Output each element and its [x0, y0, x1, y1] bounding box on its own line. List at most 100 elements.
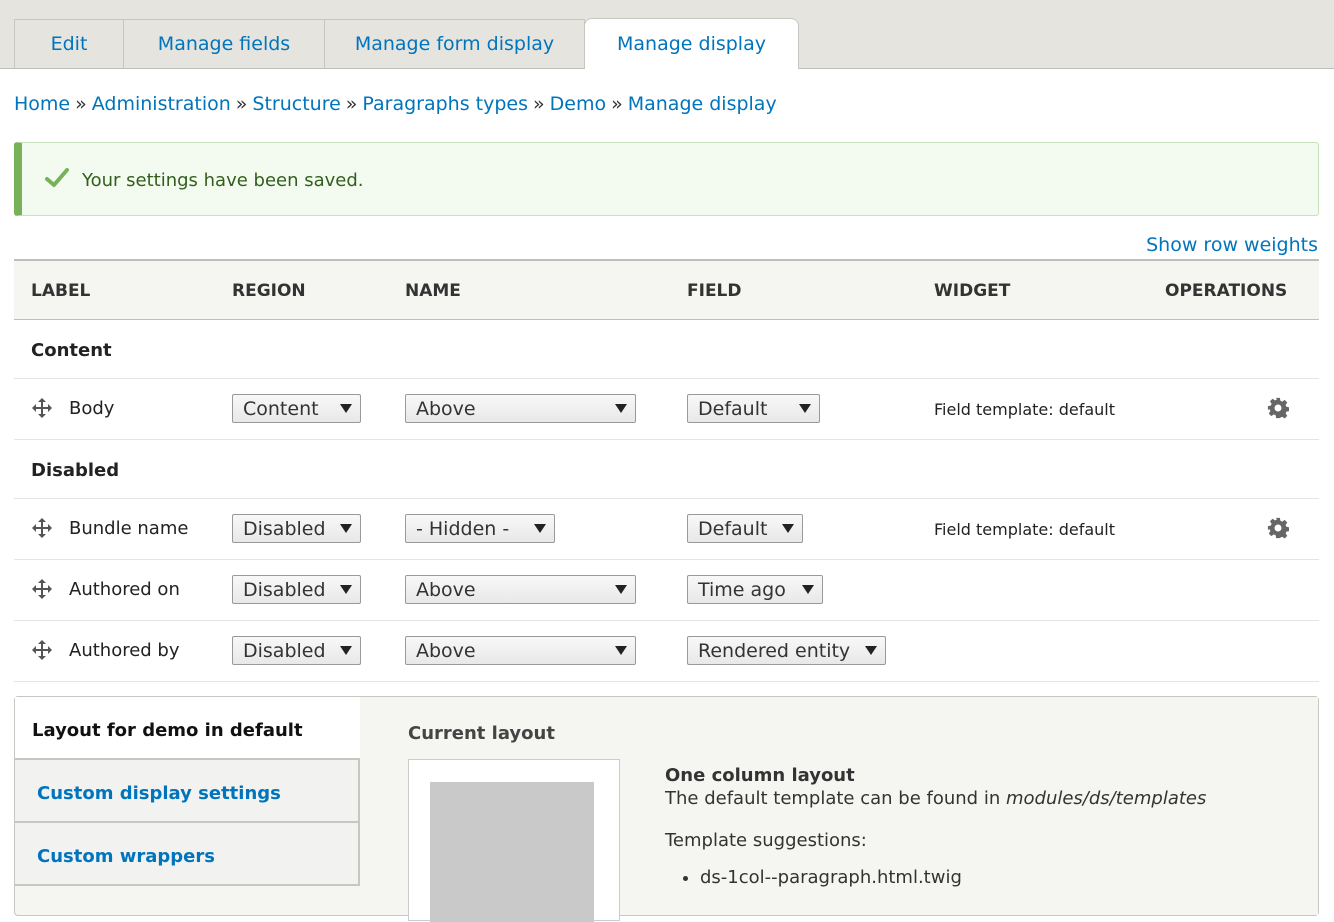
layout-template-path: modules/ds/templates	[1005, 788, 1207, 809]
tab-label: Edit	[50, 33, 88, 55]
select-value: Default	[698, 398, 768, 420]
tab-label: Manage display	[617, 33, 766, 55]
formatter-select[interactable]: Default	[687, 394, 820, 423]
region-label: Content	[31, 340, 112, 361]
triangle-down-icon	[340, 404, 352, 413]
label-display-select[interactable]: Above	[405, 575, 636, 604]
label-display-select[interactable]: Above	[405, 636, 636, 665]
breadcrumb-separator: »	[345, 93, 358, 115]
column-header-label: LABEL	[31, 281, 91, 301]
select-value: Rendered entity	[698, 640, 851, 662]
triangle-down-icon	[615, 585, 627, 594]
triangle-down-icon	[802, 585, 814, 594]
breadcrumb-separator: »	[533, 93, 545, 115]
triangle-down-icon	[534, 524, 546, 533]
triangle-down-icon	[615, 404, 627, 413]
select-value: Disabled	[243, 579, 326, 601]
vertical-tab-custom-wrappers[interactable]: Custom wrappers	[15, 823, 360, 886]
tab-label: Manage fields	[157, 33, 291, 55]
table-row: Body Content Above Default Field templat…	[14, 379, 1319, 440]
region-select[interactable]: Disabled	[232, 514, 361, 543]
select-value: Above	[416, 398, 476, 420]
column-header-operations: OPERATIONS	[1165, 281, 1288, 301]
vertical-tab-label[interactable]: Custom display settings	[37, 783, 281, 804]
formatter-select[interactable]: Time ago	[687, 575, 823, 604]
tab-manage-form-display[interactable]: Manage form display	[324, 19, 585, 68]
tab-manage-fields[interactable]: Manage fields	[123, 19, 325, 68]
triangle-down-icon	[340, 585, 352, 594]
tab-edit[interactable]: Edit	[14, 19, 124, 68]
primary-tabs: Edit Manage fields Manage form display M…	[0, 0, 1334, 69]
region-label: Disabled	[31, 460, 120, 481]
breadcrumb-structure[interactable]: Structure	[252, 93, 340, 115]
label-display-select[interactable]: - Hidden -	[405, 514, 555, 543]
move-arrows-icon[interactable]	[31, 517, 53, 539]
table-row: Bundle name Disabled - Hidden - Default …	[14, 499, 1319, 560]
template-suggestions-label: Template suggestions:	[665, 830, 867, 851]
gear-icon[interactable]	[1267, 397, 1289, 419]
tab-manage-display[interactable]: Manage display	[584, 18, 799, 69]
triangle-down-icon	[799, 404, 811, 413]
widget-summary: Field template: default	[934, 520, 1116, 539]
select-value: Disabled	[243, 518, 326, 540]
gear-icon[interactable]	[1267, 517, 1289, 539]
breadcrumb-manage-display[interactable]: Manage display	[628, 93, 777, 115]
breadcrumb-separator: »	[75, 93, 87, 115]
field-name: Authored on	[69, 579, 180, 600]
column-header-field: FIELD	[687, 281, 742, 301]
select-value: Default	[698, 518, 768, 540]
vertical-tabs-menu: Layout for demo in default Custom displa…	[15, 697, 360, 886]
vertical-tab-pane: Current layout One column layout The def…	[360, 697, 1318, 922]
move-arrows-icon[interactable]	[31, 578, 53, 600]
select-value: Time ago	[698, 579, 786, 601]
region-select[interactable]: Disabled	[232, 575, 361, 604]
region-select[interactable]: Content	[232, 394, 361, 423]
table-header: LABEL REGION NAME FIELD WIDGET OPERATION…	[14, 259, 1319, 320]
triangle-down-icon	[865, 646, 877, 655]
column-header-widget: WIDGET	[934, 281, 1011, 301]
breadcrumb-paragraphs-types[interactable]: Paragraphs types	[362, 93, 528, 115]
layout-title: One column layout	[665, 765, 855, 786]
table-row: Authored by Disabled Above Rendered enti…	[14, 621, 1319, 682]
vertical-tabs: Layout for demo in default Custom displa…	[14, 696, 1319, 922]
checkmark-icon	[45, 168, 69, 187]
region-section-content: Content	[14, 320, 1319, 379]
select-value: Disabled	[243, 640, 326, 662]
table-row: Authored on Disabled Above Time ago	[14, 560, 1319, 621]
formatter-select[interactable]: Rendered entity	[687, 636, 886, 665]
fields-table: LABEL REGION NAME FIELD WIDGET OPERATION…	[14, 259, 1319, 682]
layout-thumbnail-region	[430, 782, 594, 922]
show-row-weights-link[interactable]: Show row weights	[1146, 234, 1318, 256]
breadcrumb-demo[interactable]: Demo	[550, 93, 606, 115]
status-message-text: Your settings have been saved.	[82, 170, 364, 191]
formatter-select[interactable]: Default	[687, 514, 803, 543]
breadcrumb-separator: »	[235, 93, 248, 115]
label-display-select[interactable]: Above	[405, 394, 636, 423]
field-name: Authored by	[69, 640, 180, 661]
tab-label: Manage form display	[354, 33, 555, 55]
field-name: Bundle name	[69, 518, 189, 539]
region-select[interactable]: Disabled	[232, 636, 361, 665]
triangle-down-icon	[340, 524, 352, 533]
breadcrumb-home[interactable]: Home	[14, 93, 70, 115]
vertical-tab-label[interactable]: Custom wrappers	[37, 846, 215, 867]
vertical-tab-layout[interactable]: Layout for demo in default	[15, 697, 360, 760]
select-value: Above	[416, 579, 476, 601]
template-suggestions-list: ds-1col--paragraph.html.twig	[665, 867, 962, 888]
select-value: - Hidden -	[416, 518, 510, 540]
move-arrows-icon[interactable]	[31, 397, 53, 419]
move-arrows-icon[interactable]	[31, 639, 53, 661]
current-layout-label: Current layout	[408, 723, 555, 744]
triangle-down-icon	[340, 646, 352, 655]
column-header-region: REGION	[232, 281, 306, 301]
list-item: ds-1col--paragraph.html.twig	[700, 867, 962, 888]
triangle-down-icon	[782, 524, 794, 533]
triangle-down-icon	[615, 646, 627, 655]
layout-description-text: The default template can be found in	[665, 788, 1001, 809]
status-message: Your settings have been saved.	[14, 142, 1319, 216]
vertical-tab-custom-display-settings[interactable]: Custom display settings	[15, 760, 360, 823]
breadcrumb-administration[interactable]: Administration	[92, 93, 231, 115]
vertical-tab-label: Layout for demo in default	[32, 720, 303, 741]
breadcrumb-separator: »	[611, 93, 623, 115]
layout-thumbnail	[408, 759, 620, 922]
